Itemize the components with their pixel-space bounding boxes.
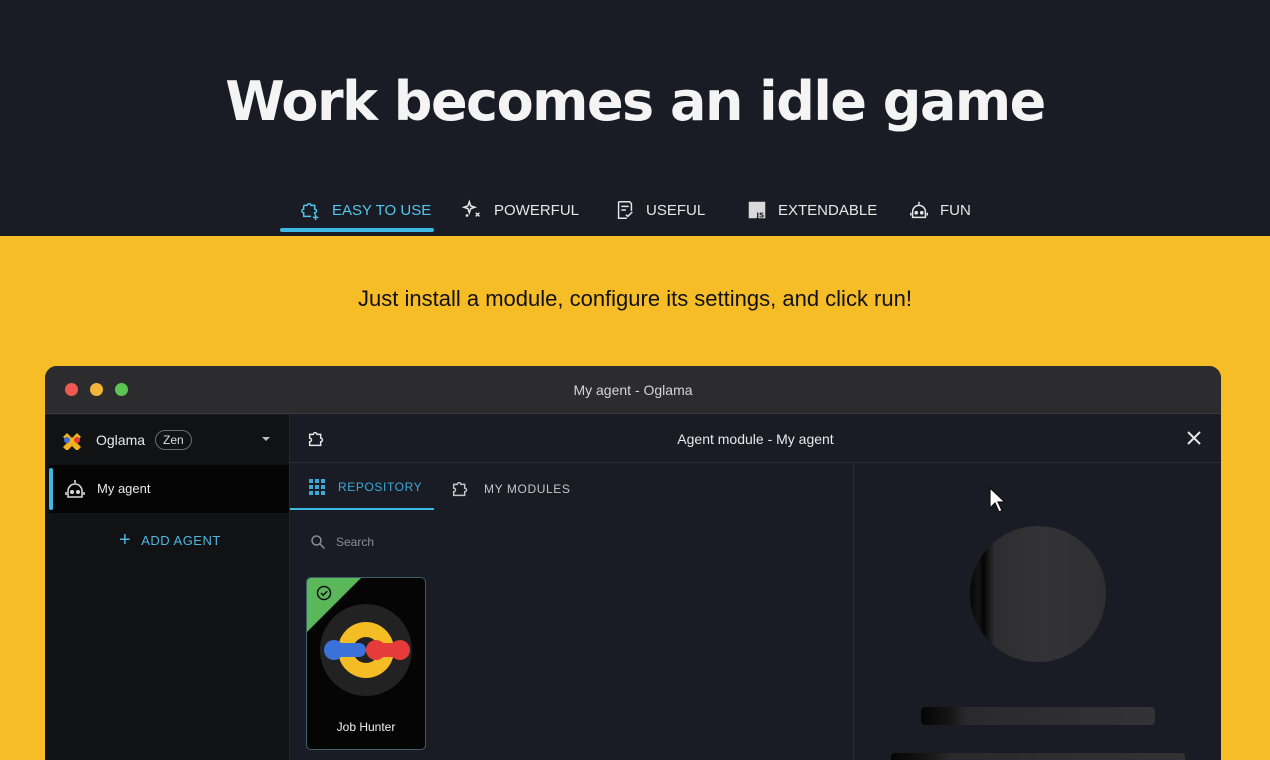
text-skeleton (891, 753, 1185, 760)
svg-text:JS: JS (755, 210, 764, 219)
plan-badge: Zen (155, 430, 192, 450)
module-tabs: REPOSITORY MY MODULES (290, 464, 853, 511)
tab-my-modules[interactable]: MY MODULES (450, 478, 570, 500)
org-switcher[interactable]: Oglama Zen (45, 415, 290, 465)
grid-icon (309, 479, 325, 495)
robot-icon (65, 480, 85, 498)
tab-label: REPOSITORY (338, 480, 423, 494)
feature-tabs: EASY TO USE POWERFUL USEFUL JS EXTENDABL… (0, 188, 1270, 236)
js-file-icon: JS (748, 201, 766, 219)
tab-extendable[interactable]: JS EXTENDABLE (746, 188, 877, 232)
sidebar-item-my-agent[interactable]: My agent (49, 465, 289, 513)
task-document-icon (617, 201, 633, 219)
tab-useful[interactable]: USEFUL (614, 188, 705, 232)
agent-name: My agent (97, 481, 151, 496)
module-list-pane: REPOSITORY MY MODULES Search Job Hunter (290, 464, 853, 760)
tab-label: USEFUL (646, 201, 706, 219)
robot-icon (910, 201, 928, 219)
tab-powerful[interactable]: POWERFUL (462, 188, 579, 232)
module-card-job-hunter[interactable]: Job Hunter (306, 577, 426, 750)
tab-fun[interactable]: FUN (908, 188, 971, 232)
puzzle-plus-icon (301, 202, 319, 221)
close-icon[interactable] (1185, 429, 1203, 447)
tab-label: MY MODULES (484, 482, 571, 496)
chevron-down-icon[interactable] (259, 432, 273, 446)
window-title: My agent - Oglama (573, 382, 693, 398)
window-titlebar: My agent - Oglama (45, 366, 1221, 414)
tab-label: FUN (940, 201, 971, 219)
org-name: Oglama (96, 432, 146, 448)
puzzle-icon (452, 481, 468, 497)
section-subtitle: Just install a module, configure its set… (358, 286, 912, 311)
add-agent-button[interactable]: + ADD AGENT (119, 529, 221, 551)
avatar-skeleton (970, 526, 1106, 662)
plus-icon: + (119, 529, 132, 551)
add-agent-label: ADD AGENT (141, 532, 221, 548)
oglama-logo-icon (63, 433, 81, 450)
module-detail-pane (854, 464, 1221, 760)
module-name: Job Hunter (336, 720, 396, 734)
tab-label: POWERFUL (494, 201, 580, 219)
module-panel-header: Agent module - My agent (290, 415, 1221, 463)
title-skeleton (921, 707, 1155, 725)
hero-section: Work becomes an idle game EASY TO USE PO… (0, 0, 1270, 236)
panel-title: Agent module - My agent (677, 431, 834, 447)
tab-label: EASY TO USE (332, 201, 432, 219)
search-icon (311, 535, 326, 550)
app-window: My agent - Oglama Oglama Zen My agent + … (45, 366, 1221, 760)
search-placeholder: Search (336, 535, 375, 549)
search-field[interactable]: Search (310, 534, 374, 550)
job-hunter-logo-icon (320, 604, 412, 696)
tab-easy-to-use[interactable]: EASY TO USE (300, 188, 431, 232)
tab-label: EXTENDABLE (778, 201, 878, 219)
mouse-cursor-icon (989, 486, 1007, 513)
tab-repository[interactable]: REPOSITORY (308, 478, 422, 496)
sparkles-icon (462, 199, 480, 217)
sidebar: Oglama Zen My agent + ADD AGENT (45, 415, 290, 760)
hero-title: Work becomes an idle game (225, 70, 1046, 133)
selected-indicator (49, 468, 53, 510)
active-tab-indicator (280, 228, 434, 232)
active-tab-indicator (290, 508, 434, 510)
